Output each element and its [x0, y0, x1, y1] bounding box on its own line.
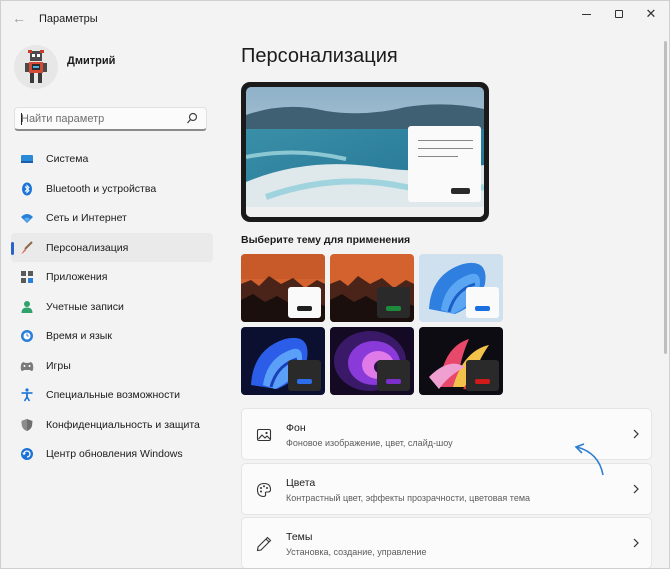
monitor-icon	[21, 155, 33, 163]
scrollbar[interactable]	[664, 41, 667, 354]
theme-tile-6[interactable]	[419, 327, 503, 395]
sidebar-item-label: Сеть и Интернет	[46, 212, 127, 224]
setting-subtitle: Фоновое изображение, цвет, слайд-шоу	[286, 438, 453, 448]
sidebar-item-personalization[interactable]: Персонализация	[11, 232, 213, 262]
wifi-icon	[21, 214, 33, 223]
robot-avatar-icon	[25, 50, 47, 83]
avatar[interactable]	[14, 45, 58, 89]
sidebar-item-label: Центр обновления Windows	[46, 448, 183, 460]
app-title: Параметры	[39, 13, 98, 25]
sidebar-item-label: Время и язык	[46, 330, 112, 342]
setting-subtitle: Контрастный цвет, эффекты прозрачности, …	[286, 493, 531, 503]
setting-title: Фон	[286, 422, 306, 434]
back-arrow-icon[interactable]: ←	[10, 9, 28, 27]
title-bar: ← Параметры ✕	[1, 1, 669, 35]
person-icon	[21, 300, 33, 313]
apps-icon	[21, 271, 33, 283]
text-caret	[21, 113, 22, 125]
page-title: Персонализация	[241, 45, 398, 67]
theme-preview	[241, 82, 489, 222]
setting-title: Цвета	[286, 477, 316, 489]
preview-taskbar	[246, 207, 484, 217]
setting-title: Темы	[286, 531, 313, 543]
sidebar-item-accessibility[interactable]: Специальные возможности	[11, 380, 213, 410]
theme-heading: Выберите тему для применения	[241, 234, 411, 246]
globe-clock-icon	[21, 330, 33, 342]
sidebar-item-label: Персонализация	[46, 241, 129, 254]
sidebar-item-label: Bluetooth и устройства	[46, 182, 157, 195]
sidebar-item-label: Приложения	[46, 271, 108, 283]
chevron-right-icon	[633, 484, 639, 494]
sidebar-item-accounts[interactable]: Учетные записи	[11, 292, 213, 322]
sidebar-item-privacy[interactable]: Конфиденциальность и защита	[11, 410, 213, 440]
sidebar-item-windows-update[interactable]: Центр обновления Windows	[11, 439, 213, 469]
palette-icon	[256, 482, 272, 498]
gamepad-icon	[20, 361, 34, 371]
accessibility-icon	[21, 388, 33, 402]
search-icon[interactable]	[186, 112, 198, 126]
sidebar-item-apps[interactable]: Приложения	[11, 262, 213, 292]
search-input[interactable]	[21, 111, 181, 127]
sidebar-item-label: Специальные возможности	[46, 389, 181, 401]
theme-tile-5[interactable]	[330, 327, 414, 395]
sidebar-item-label: Конфиденциальность и защита	[46, 418, 200, 431]
brush-icon	[21, 240, 33, 254]
setting-themes[interactable]: Темы Установка, создание, управление	[241, 517, 652, 568]
active-indicator	[11, 241, 14, 255]
sidebar-item-time-language[interactable]: Время и язык	[11, 321, 213, 351]
preview-screen	[246, 87, 484, 217]
sidebar-item-label: Игры	[46, 359, 71, 372]
chevron-right-icon	[633, 538, 639, 548]
image-icon	[256, 428, 272, 442]
annotation-arrow-icon	[574, 443, 604, 476]
maximize-icon[interactable]	[607, 5, 631, 23]
user-name: Дмитрий	[67, 55, 116, 67]
minimize-icon[interactable]	[574, 5, 598, 23]
sidebar-item-network[interactable]: Сеть и Интернет	[11, 203, 213, 233]
theme-tile-3[interactable]	[419, 254, 503, 322]
sidebar-item-gaming[interactable]: Игры	[11, 351, 213, 381]
settings-window: ← Параметры ✕ Дмитрий Найти параметр Сис…	[0, 0, 670, 569]
pen-icon	[256, 536, 272, 552]
sidebar-item-system[interactable]: Система	[11, 144, 213, 174]
preview-window	[408, 126, 481, 202]
sidebar-nav: Система Bluetooth и устройства Сеть и Ин…	[11, 144, 213, 469]
theme-tile-4[interactable]	[241, 327, 325, 395]
shield-icon	[21, 418, 33, 431]
close-icon[interactable]: ✕	[639, 5, 663, 23]
search-box[interactable]	[14, 107, 207, 131]
setting-subtitle: Установка, создание, управление	[286, 547, 427, 557]
sidebar-item-label: Учетные записи	[46, 300, 124, 313]
chevron-right-icon	[633, 429, 639, 439]
sidebar-item-label: Система	[46, 153, 89, 165]
sidebar-item-bluetooth[interactable]: Bluetooth и устройства	[11, 174, 213, 204]
theme-tile-2[interactable]	[330, 254, 414, 322]
bluetooth-icon	[22, 182, 32, 195]
theme-grid	[241, 254, 504, 395]
theme-tile-1[interactable]	[241, 254, 325, 322]
update-icon	[21, 448, 33, 460]
